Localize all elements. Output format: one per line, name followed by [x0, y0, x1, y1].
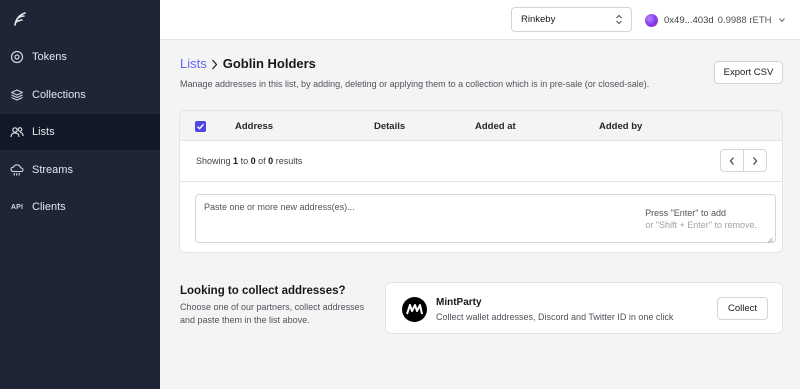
cloud-rain-icon	[10, 163, 24, 177]
target-icon	[10, 50, 24, 64]
partner-description: Collect wallet addresses, Discord and Tw…	[436, 312, 674, 322]
results-summary: Showing 1 to 0 of 0 results	[196, 156, 303, 166]
sidebar-item-clients[interactable]: API Clients	[0, 189, 160, 225]
address-input[interactable]: Paste one or more new address(es)... Pre…	[195, 194, 776, 243]
column-header-added-by: Added by	[599, 121, 643, 132]
select-all-checkbox[interactable]	[195, 121, 206, 132]
network-select[interactable]: Rinkeby	[511, 7, 632, 32]
layers-icon	[10, 88, 24, 102]
collect-section-description: Choose one of our partners, collect addr…	[180, 302, 365, 325]
network-select-value: Rinkeby	[521, 14, 556, 25]
column-header-address: Address	[235, 121, 274, 132]
top-header: Rinkeby 0x49...403d 0.9988 rETH	[160, 0, 800, 40]
sidebar-item-label: Tokens	[32, 51, 67, 63]
sidebar-item-label: Streams	[32, 164, 73, 176]
address-input-placeholder: Paste one or more new address(es)...	[204, 202, 355, 212]
chevron-left-icon	[729, 156, 734, 165]
sidebar-item-tokens[interactable]: Tokens	[0, 39, 160, 75]
add-hint: Press "Enter" to add	[645, 208, 726, 218]
sidebar: Tokens Collections Lists Streams API Cli…	[0, 0, 160, 389]
users-icon	[10, 125, 24, 139]
collect-button[interactable]: Collect	[717, 297, 768, 320]
feather-logo-icon[interactable]	[11, 10, 29, 28]
chevron-right-icon	[753, 156, 758, 165]
mintparty-logo-icon	[402, 297, 427, 322]
remove-hint: or "Shift + Enter" to remove.	[645, 220, 757, 230]
next-page-button[interactable]	[743, 150, 766, 171]
sidebar-item-lists[interactable]: Lists	[0, 114, 160, 150]
partner-name: MintParty	[436, 297, 482, 308]
breadcrumb: Lists Goblin Holders	[180, 56, 316, 71]
collect-section-title: Looking to collect addresses?	[180, 285, 346, 297]
sidebar-item-label: Lists	[32, 126, 55, 138]
api-icon: API	[10, 203, 24, 211]
sidebar-item-streams[interactable]: Streams	[0, 152, 160, 188]
column-header-added-at: Added at	[475, 121, 516, 132]
chevron-down-icon	[778, 16, 786, 24]
addresses-table-card: Address Details Added at Added by Showin…	[179, 110, 783, 253]
page-subtitle: Manage addresses in this list, by adding…	[180, 79, 650, 89]
column-header-details: Details	[374, 121, 406, 132]
page-title: Goblin Holders	[222, 56, 316, 71]
pagination-controls	[720, 149, 767, 172]
breadcrumb-lists-link[interactable]: Lists	[180, 56, 207, 71]
avatar	[645, 13, 658, 27]
wallet-menu[interactable]: 0x49...403d 0.9988 rETH	[645, 11, 786, 29]
table-header: Address Details Added at Added by	[180, 111, 782, 141]
sidebar-item-label: Clients	[32, 201, 66, 213]
chevron-right-icon	[211, 58, 218, 70]
chevron-updown-icon	[615, 13, 623, 26]
resize-handle-icon[interactable]	[767, 234, 773, 243]
wallet-address: 0x49...403d	[664, 14, 714, 26]
export-csv-button[interactable]: Export CSV	[714, 61, 783, 84]
partner-card-mintparty: MintParty Collect wallet addresses, Disc…	[385, 282, 783, 334]
wallet-balance: 0.9988 rETH	[717, 14, 772, 26]
sidebar-item-label: Collections	[32, 89, 86, 101]
previous-page-button[interactable]	[721, 150, 743, 171]
pagination-row: Showing 1 to 0 of 0 results	[180, 142, 782, 182]
sidebar-item-collections[interactable]: Collections	[0, 77, 160, 113]
